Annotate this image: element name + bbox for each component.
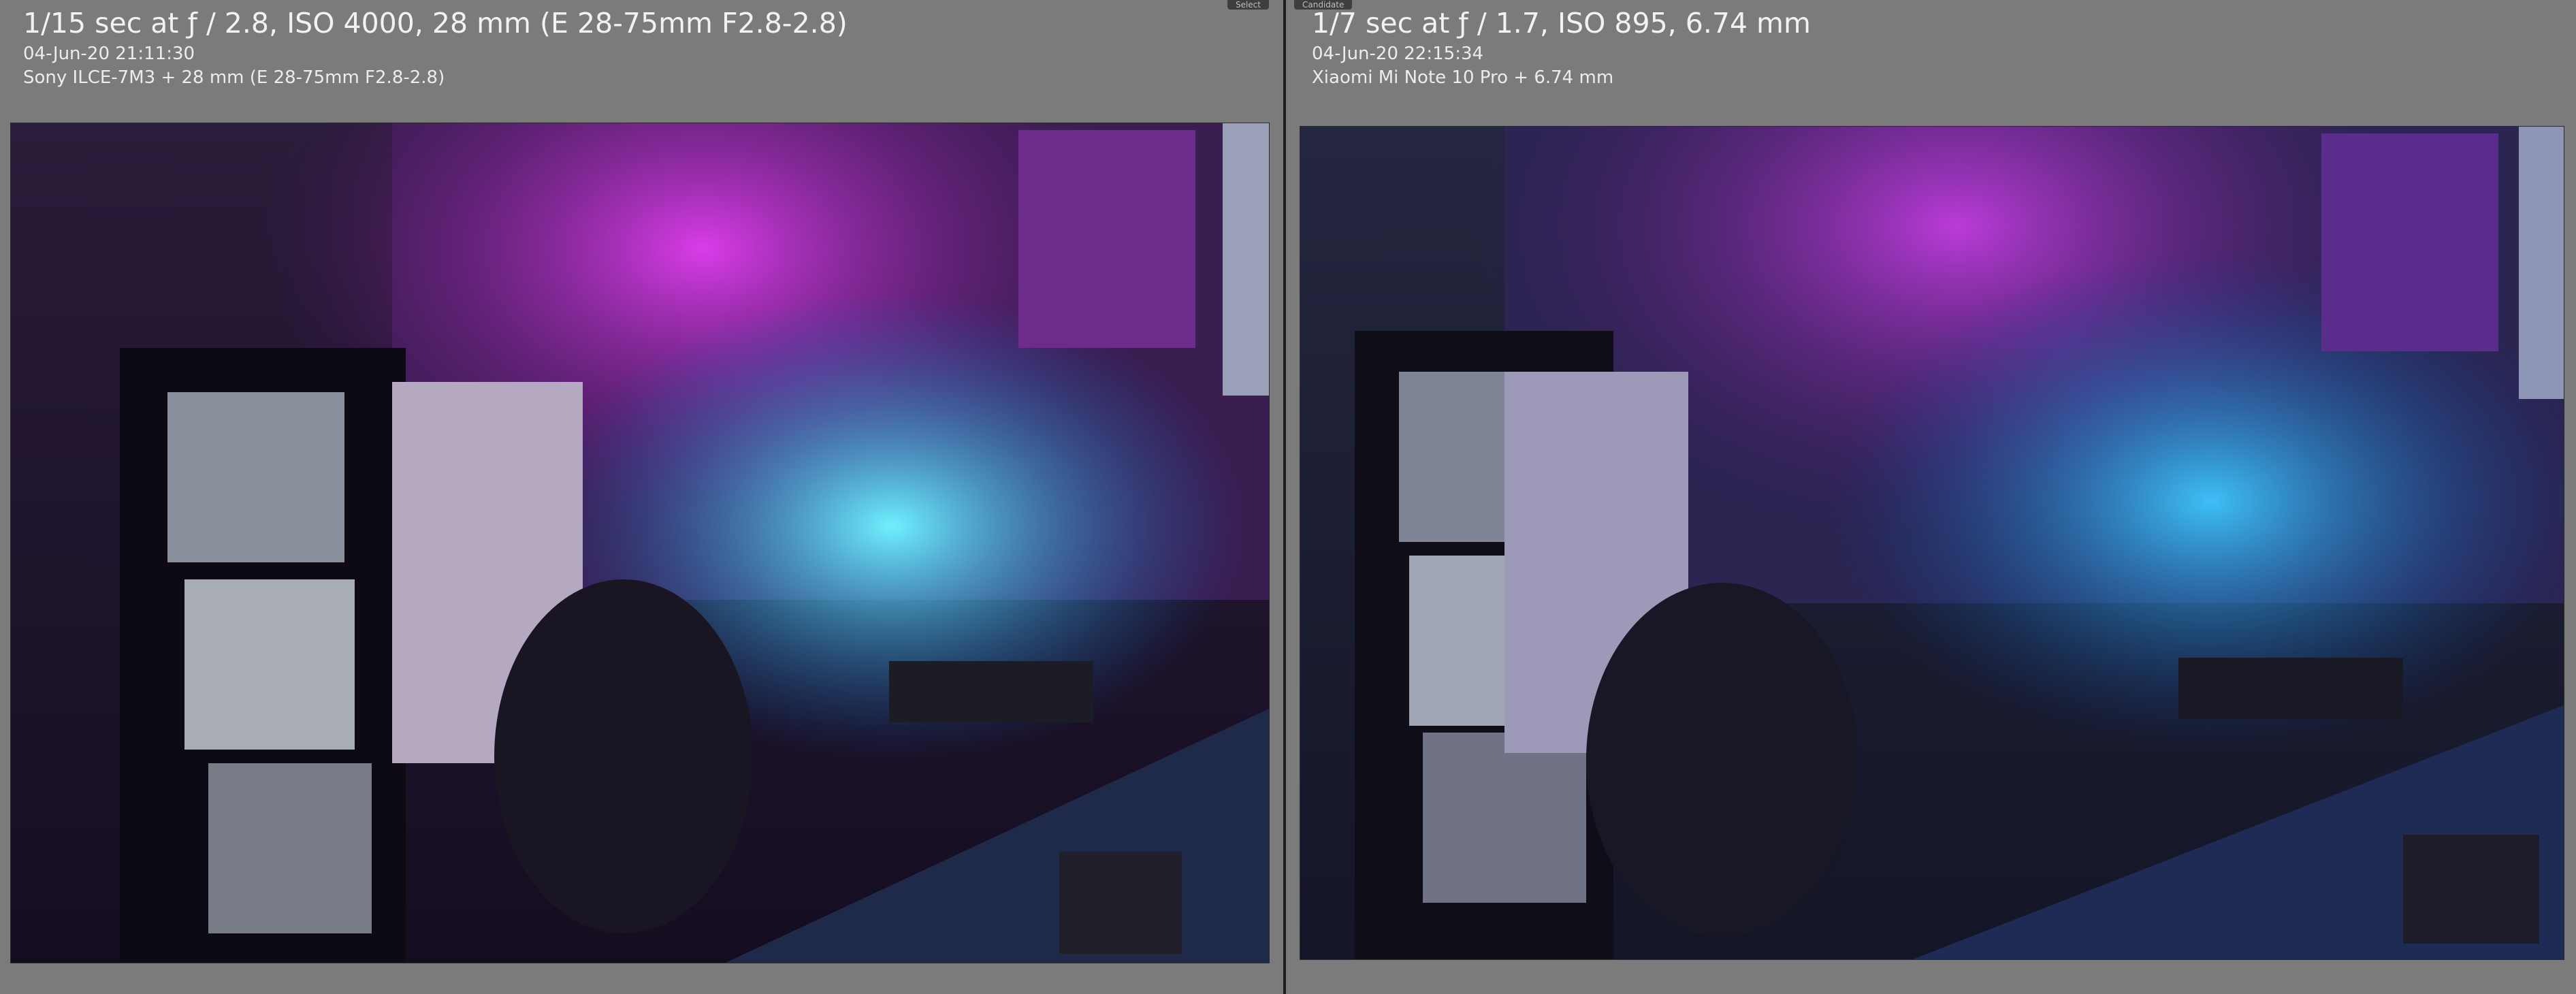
candidate-pane[interactable]: Candidate 1/7 sec at ƒ / 1.7, ISO 895, 6… <box>1289 0 2576 994</box>
capture-date: 04-Jun-20 21:11:30 <box>23 44 195 64</box>
pane-divider[interactable] <box>1280 0 1289 994</box>
select-tab[interactable]: Select <box>1227 0 1269 10</box>
exposure-info: 1/15 sec at ƒ / 2.8, ISO 4000, 28 mm (E … <box>23 7 848 39</box>
exposure-info: 1/7 sec at ƒ / 1.7, ISO 895, 6.74 mm <box>1312 7 1811 39</box>
photo-metadata: 1/15 sec at ƒ / 2.8, ISO 4000, 28 mm (E … <box>23 4 848 90</box>
divider-line <box>1283 0 1286 994</box>
select-pane[interactable]: Select 1/15 sec at ƒ / 2.8, ISO 4000, 28… <box>0 0 1280 994</box>
capture-date: 04-Jun-20 22:15:34 <box>1312 44 1484 64</box>
photo-metadata: 1/7 sec at ƒ / 1.7, ISO 895, 6.74 mm 04-… <box>1312 4 1811 90</box>
photo-candidate[interactable] <box>1300 127 2564 959</box>
camera-info: Sony ILCE-7M3 + 28 mm (E 28-75mm F2.8-2.… <box>23 67 445 88</box>
photo-select[interactable] <box>11 123 1269 963</box>
room-photo-icon <box>11 123 1269 963</box>
room-photo-icon <box>1300 127 2564 959</box>
camera-info: Xiaomi Mi Note 10 Pro + 6.74 mm <box>1312 67 1614 88</box>
